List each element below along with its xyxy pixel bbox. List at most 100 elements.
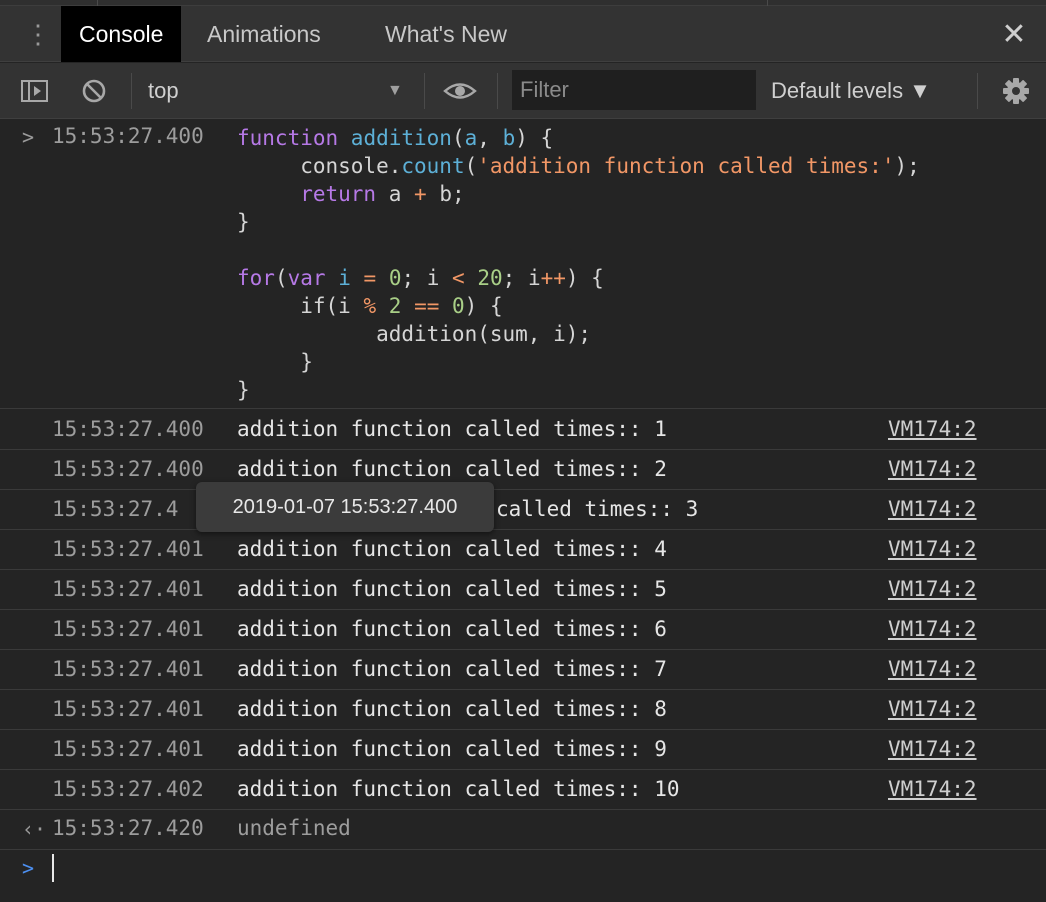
close-icon[interactable]: ✕ bbox=[996, 18, 1032, 54]
code-token: count bbox=[401, 154, 465, 178]
code-token: ) { bbox=[464, 294, 503, 318]
log-row: 15:53:27.401 addition function called tim… bbox=[0, 730, 1046, 770]
code-line: addition(sum, i); bbox=[237, 320, 920, 348]
code-token: b; bbox=[426, 182, 465, 206]
result-entry: ‹· 15:53:27.420 undefined bbox=[0, 810, 1046, 850]
code-token: if(i bbox=[237, 294, 364, 318]
result-value: undefined bbox=[237, 816, 351, 840]
source-link[interactable]: VM174:2 bbox=[888, 617, 977, 641]
timestamp[interactable]: 15:53:27.401 bbox=[52, 657, 204, 681]
input-prompt-icon: > bbox=[22, 125, 35, 149]
code-token: ) { bbox=[515, 126, 554, 150]
log-message: addition function called times:: 8 bbox=[237, 697, 667, 721]
code-token: , bbox=[477, 126, 503, 150]
code-token: ); bbox=[894, 154, 920, 178]
timestamp[interactable]: 15:53:27.4 bbox=[52, 497, 178, 521]
timestamp[interactable]: 15:53:27.400 bbox=[52, 457, 204, 481]
code-token: == bbox=[414, 294, 440, 318]
source-link[interactable]: VM174:2 bbox=[888, 577, 977, 601]
code-token: ) { bbox=[565, 266, 604, 290]
code-token: for bbox=[237, 266, 275, 290]
code-token: addition bbox=[350, 126, 452, 150]
timestamp[interactable]: 15:53:27.402 bbox=[52, 777, 204, 801]
tab-console[interactable]: Console bbox=[61, 6, 182, 62]
timestamp[interactable]: 15:53:27.401 bbox=[52, 697, 204, 721]
gear-icon[interactable] bbox=[1000, 75, 1032, 107]
context-selector[interactable]: top bbox=[148, 63, 179, 119]
code-token: return bbox=[300, 182, 377, 206]
code-token: 0 bbox=[452, 294, 465, 318]
log-levels-dropdown[interactable]: Default levels ▼ bbox=[771, 63, 931, 119]
log-message: addition function called times:: 9 bbox=[237, 737, 667, 761]
timestamp[interactable]: 15:53:27.400 bbox=[52, 417, 204, 441]
sidebar-toggle-icon[interactable] bbox=[20, 75, 50, 107]
code-token: ( bbox=[464, 154, 478, 178]
filter-input[interactable] bbox=[512, 70, 756, 110]
code-line: function addition(a, b) { bbox=[237, 124, 920, 152]
timestamp[interactable]: 15:53:27.401 bbox=[52, 617, 204, 641]
source-link[interactable]: VM174:2 bbox=[888, 497, 977, 521]
timestamp[interactable]: 15:53:27.401 bbox=[52, 577, 204, 601]
log-message: addition function called times:: 5 bbox=[237, 577, 667, 601]
more-tabs-icon[interactable]: ⋮ bbox=[24, 20, 52, 48]
code-token: ; i bbox=[401, 266, 453, 290]
timestamp: 15:53:27.400 bbox=[52, 124, 204, 148]
timestamp[interactable]: 15:53:27.401 bbox=[52, 737, 204, 761]
drawer-tab-bar: ⋮ Console Animations What's New ✕ bbox=[0, 6, 1046, 62]
log-row: 15:53:27.401 addition function called tim… bbox=[0, 610, 1046, 650]
code-block: function addition(a, b) { console.count(… bbox=[237, 124, 920, 404]
log-row: 15:53:27.4 called times:: 3 VM174:2 bbox=[0, 490, 1046, 530]
code-token: a bbox=[376, 182, 415, 206]
code-token: 2 bbox=[388, 294, 402, 318]
source-link[interactable]: VM174:2 bbox=[888, 417, 977, 441]
code-token: b bbox=[502, 126, 516, 150]
code-token: = bbox=[363, 266, 377, 290]
console-prompt-icon: > bbox=[22, 856, 35, 880]
code-token: } bbox=[237, 378, 250, 402]
toolbar-divider bbox=[977, 73, 978, 109]
code-line: } bbox=[237, 376, 920, 404]
code-token: ( bbox=[274, 266, 288, 290]
code-token: function bbox=[237, 126, 351, 150]
code-line: return a + b; bbox=[237, 180, 920, 208]
code-line: console.count('addition function called … bbox=[237, 152, 920, 180]
console-toolbar: top ▼ Default levels ▼ bbox=[0, 63, 1046, 119]
code-token: % bbox=[363, 294, 377, 318]
toolbar-divider bbox=[131, 73, 132, 109]
eye-icon[interactable] bbox=[443, 75, 477, 107]
source-link[interactable]: VM174:2 bbox=[888, 777, 977, 801]
tab-animations[interactable]: Animations bbox=[189, 6, 339, 62]
clear-console-icon[interactable] bbox=[80, 75, 110, 107]
source-link[interactable]: VM174:2 bbox=[888, 657, 977, 681]
tab-whats-new[interactable]: What's New bbox=[367, 6, 525, 62]
timestamp[interactable]: 15:53:27.401 bbox=[52, 537, 204, 561]
chevron-down-icon[interactable]: ▼ bbox=[387, 63, 403, 119]
log-row: 15:53:27.401 addition function called tim… bbox=[0, 530, 1046, 570]
source-link[interactable]: VM174:2 bbox=[888, 537, 977, 561]
source-link[interactable]: VM174:2 bbox=[888, 697, 977, 721]
code-token: } bbox=[237, 210, 250, 234]
source-link[interactable]: VM174:2 bbox=[888, 457, 977, 481]
log-message: addition function called times:: 6 bbox=[237, 617, 667, 641]
log-row: 15:53:27.402 addition function called tim… bbox=[0, 770, 1046, 810]
result-arrow-icon: ‹· bbox=[22, 817, 47, 841]
log-row: 15:53:27.401 addition function called tim… bbox=[0, 690, 1046, 730]
toolbar-divider bbox=[497, 73, 498, 109]
code-token: ++ bbox=[540, 266, 566, 290]
console-output: > 15:53:27.400 function addition(a, b) {… bbox=[0, 120, 1046, 902]
log-row: 15:53:27.400 addition function called tim… bbox=[0, 410, 1046, 450]
log-row: 15:53:27.400 addition function called tim… bbox=[0, 450, 1046, 490]
code-token: ( bbox=[451, 126, 465, 150]
toolbar-divider bbox=[424, 73, 425, 109]
code-token: < bbox=[452, 266, 465, 290]
timestamp: 15:53:27.420 bbox=[52, 816, 204, 840]
code-token: + bbox=[414, 182, 427, 206]
code-token: a bbox=[464, 126, 478, 150]
code-token: i bbox=[338, 266, 351, 290]
source-link[interactable]: VM174:2 bbox=[888, 737, 977, 761]
log-message: addition function called times:: 10 bbox=[237, 777, 680, 801]
console-input[interactable] bbox=[52, 854, 54, 882]
